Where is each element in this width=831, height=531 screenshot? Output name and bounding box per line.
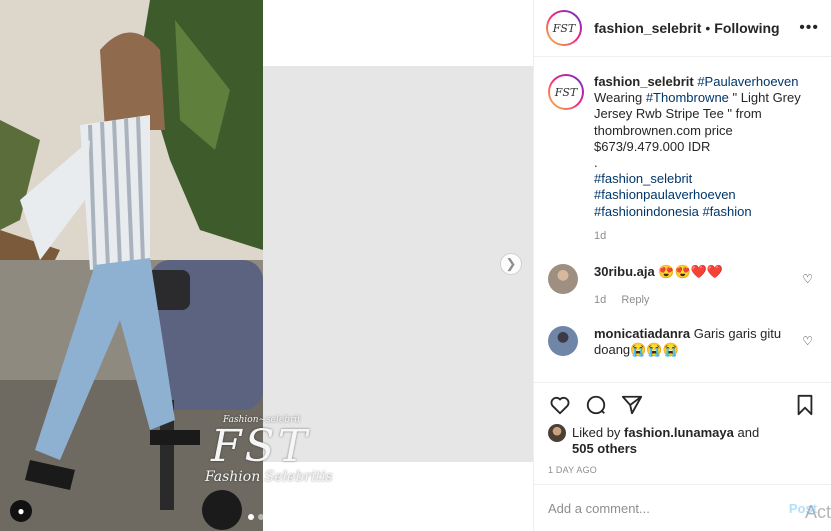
header-separator: • — [705, 20, 711, 36]
following-button[interactable]: Following — [714, 20, 779, 36]
comment-input[interactable] — [548, 500, 789, 516]
caption-time: 1d — [594, 229, 607, 242]
watermark-logo: FST — [211, 421, 311, 472]
chevron-right-icon: ❯ — [505, 256, 517, 271]
liked-by-user[interactable]: fashion.lunamaya — [624, 425, 734, 440]
reply-button[interactable]: Reply — [621, 294, 649, 306]
comment: monicatiadanra Garis garis gitu doang😭😭😭… — [548, 326, 819, 358]
caption-username[interactable]: fashion_selebrit — [594, 74, 694, 89]
heart-icon[interactable]: ♡ — [802, 334, 813, 348]
user-icon: ● — [17, 504, 25, 518]
hashtag-link[interactable]: #fashionpaulaverhoeven — [594, 187, 736, 202]
likes-summary: Liked by fashion.lunamaya and 505 others — [548, 424, 817, 457]
post-panel: FST fashion_selebrit • Following ••• FST… — [533, 0, 831, 531]
caption-dot: . — [594, 155, 598, 171]
watermark: Fashion~selebrit FST Fashion Selebritis — [205, 415, 335, 485]
comment-text: 😍😍❤️❤️ — [658, 264, 724, 280]
caption: FST fashion_selebrit #Paulaverhoeven Wea… — [548, 74, 819, 244]
post-media[interactable]: ❯ Fashion~selebrit FST Fashion Selebriti… — [0, 0, 533, 531]
heart-icon[interactable] — [548, 393, 572, 417]
caption-text: fashion_selebrit #Paulaverhoeven Wearing… — [594, 74, 814, 244]
commenter-username[interactable]: monicatiadanra — [594, 326, 690, 341]
comment-icon[interactable] — [584, 393, 608, 417]
liked-by-prefix: Liked by — [572, 425, 621, 440]
activate-windows-overlay: Act — [804, 502, 831, 522]
carousel-dot — [258, 514, 264, 520]
author-avatar[interactable]: FST — [546, 10, 582, 46]
carousel-dot — [248, 514, 254, 520]
action-bar: Liked by fashion.lunamaya and 505 others… — [534, 382, 831, 484]
comment: 30ribu.aja 😍😍❤️❤️ 1d Reply ♡ — [548, 264, 819, 308]
likes-others[interactable]: 505 others — [572, 441, 637, 456]
author-username[interactable]: fashion_selebrit — [594, 20, 701, 36]
post-header: FST fashion_selebrit • Following ••• — [534, 0, 831, 57]
hashtag-link[interactable]: #fashion_selebrit — [594, 171, 692, 186]
liker-avatar[interactable] — [548, 424, 566, 442]
post-time: 1 DAY AGO — [548, 465, 597, 475]
hashtag-link[interactable]: #fashionindonesia — [594, 204, 699, 219]
hashtag-link[interactable]: #fashion — [702, 204, 751, 219]
ellipsis-icon[interactable]: ••• — [799, 19, 819, 37]
comments-section[interactable]: FST fashion_selebrit #Paulaverhoeven Wea… — [534, 58, 831, 382]
hashtag-link[interactable]: #Thombrowne — [646, 90, 729, 105]
commenter-avatar[interactable] — [548, 326, 578, 357]
commenter-username[interactable]: 30ribu.aja — [594, 264, 655, 279]
bookmark-icon[interactable] — [793, 393, 817, 417]
carousel-dots — [248, 514, 264, 520]
watermark-bottom: Fashion Selebritis — [205, 469, 333, 485]
tagged-user-button[interactable]: ● — [10, 500, 32, 522]
liked-by-and: and — [737, 425, 760, 440]
share-icon[interactable] — [620, 393, 644, 417]
comment-time: 1d — [594, 294, 607, 307]
commenter-avatar[interactable] — [548, 264, 578, 295]
caption-avatar[interactable]: FST — [548, 74, 584, 110]
hashtag-link[interactable]: #Paulaverhoeven — [697, 74, 798, 89]
caption-line: Wearing — [594, 90, 643, 106]
add-comment-bar: Post — [534, 484, 831, 531]
carousel-next-button[interactable]: ❯ — [500, 253, 522, 275]
heart-icon[interactable]: ♡ — [802, 272, 813, 286]
